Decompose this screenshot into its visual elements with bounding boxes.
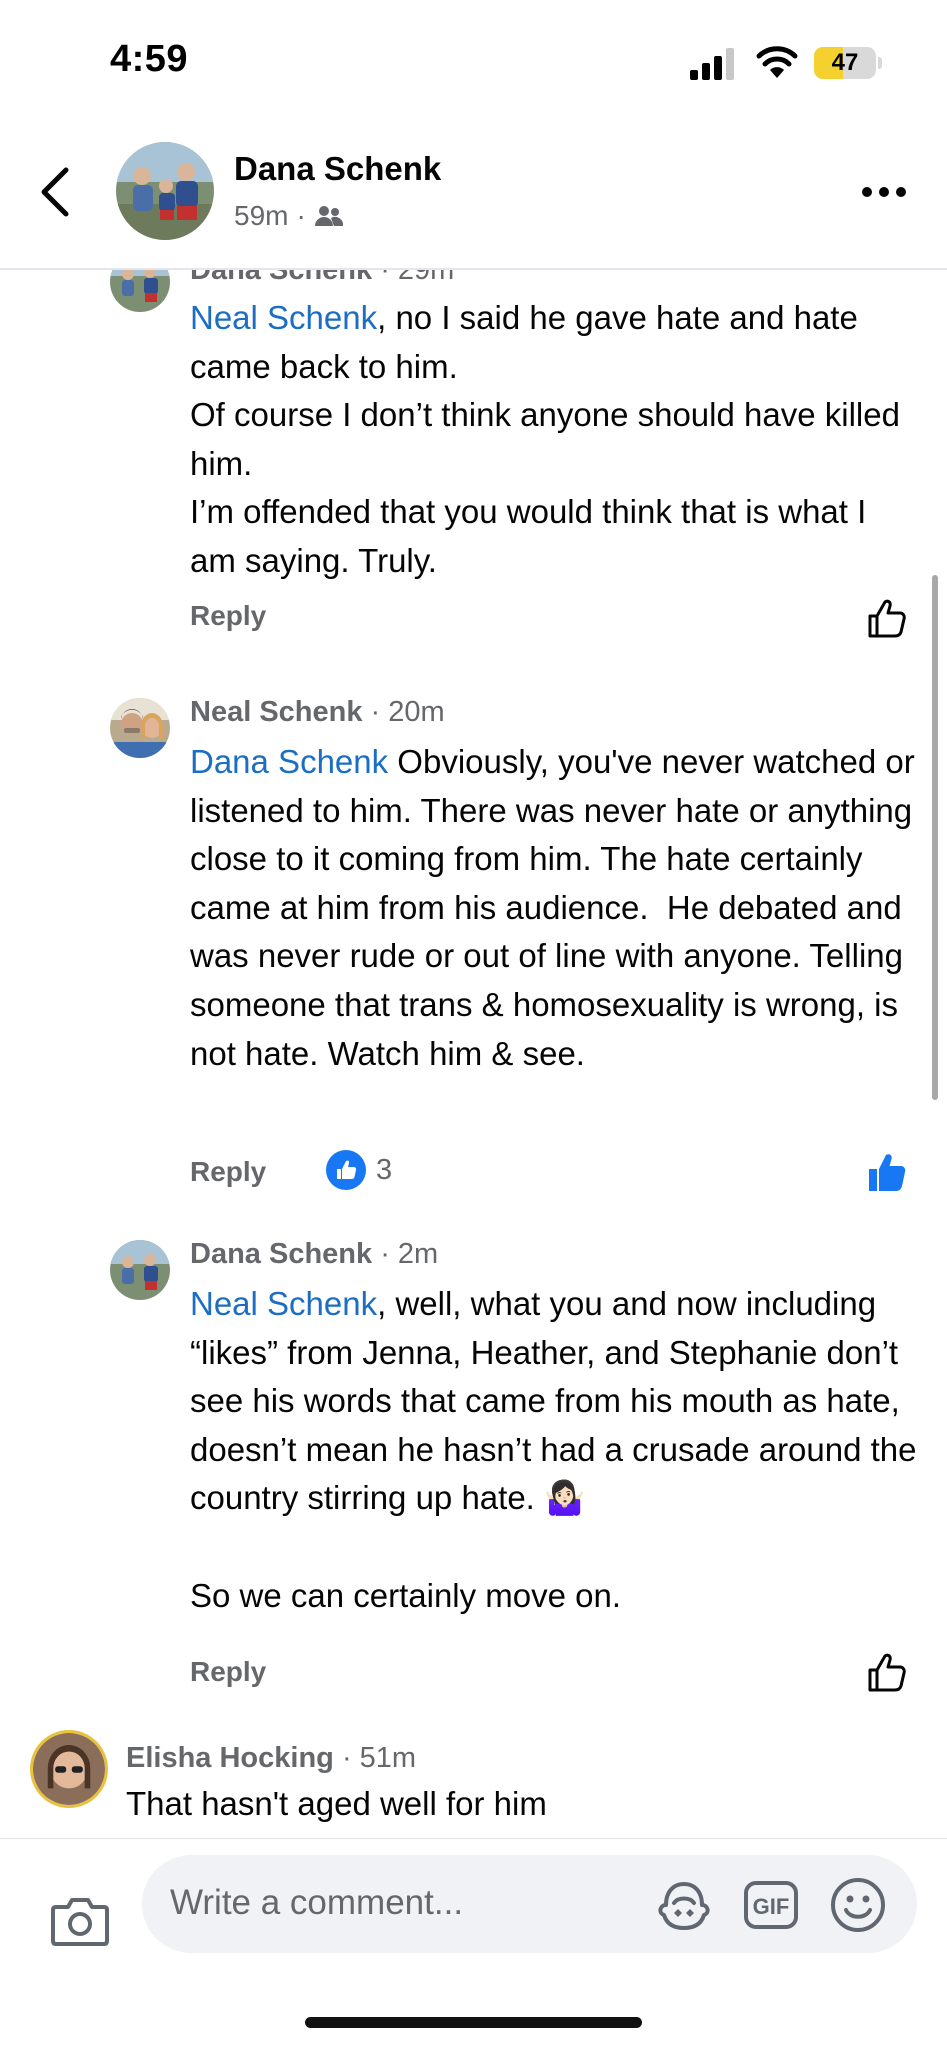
reply-button[interactable]: Reply xyxy=(190,1156,266,1188)
mention-link[interactable]: Neal Schenk xyxy=(190,1285,377,1322)
emoji-icon[interactable] xyxy=(830,1877,886,1933)
post-time: 59m xyxy=(234,200,289,231)
status-time: 4:59 xyxy=(110,38,189,80)
like-reaction-icon xyxy=(326,1150,366,1190)
comment-time: · 51m xyxy=(341,1742,417,1774)
comment-time: · 29m xyxy=(380,270,455,286)
comment-header: Elisha Hocking · 51m xyxy=(126,1742,416,1775)
comment-header: Dana Schenk · 29m xyxy=(190,270,454,287)
cellular-signal-icon xyxy=(690,48,734,80)
reaction-count: 3 xyxy=(376,1153,393,1186)
commenter-avatar[interactable] xyxy=(110,270,170,312)
more-horizontal-icon xyxy=(862,187,872,197)
chevron-left-icon[interactable] xyxy=(30,160,86,224)
more-options-button[interactable] xyxy=(862,182,912,202)
wifi-icon xyxy=(756,46,798,78)
commenter-avatar[interactable] xyxy=(110,698,170,758)
comments-list: Dana Schenk · 29m Neal Schenk, no I said… xyxy=(0,270,947,1838)
comment-time: · 2m xyxy=(380,1238,439,1270)
comment-text: That hasn't aged well for him xyxy=(126,1785,547,1822)
comment-composer: GIF xyxy=(0,1838,947,2048)
commenter-name[interactable]: Neal Schenk xyxy=(190,696,362,728)
thumbs-up-outline-icon[interactable] xyxy=(864,1650,908,1694)
gif-label: GIF xyxy=(753,1894,790,1919)
thumbs-up-outline-icon[interactable] xyxy=(864,596,908,640)
comment-input[interactable] xyxy=(170,1875,640,1931)
reply-button[interactable]: Reply xyxy=(190,600,266,632)
status-bar: 4:59 47 xyxy=(0,0,947,120)
commenter-avatar[interactable] xyxy=(30,1730,108,1808)
reply-button[interactable]: Reply xyxy=(190,1656,266,1688)
post-header: Dana Schenk 59m · xyxy=(0,120,947,270)
scrollbar[interactable] xyxy=(932,575,938,1100)
author-name[interactable]: Dana Schenk xyxy=(234,150,441,188)
camera-icon[interactable] xyxy=(50,1895,110,1947)
post-meta: 59m · xyxy=(234,200,344,232)
mention-link[interactable]: Dana Schenk xyxy=(190,743,388,780)
comment-time: · 20m xyxy=(370,696,445,728)
comment-text: Dana Schenk Obviously, you've never watc… xyxy=(190,743,924,1072)
comment-text: Neal Schenk, well, what you and now incl… xyxy=(190,1285,917,1614)
thumbs-up-filled-icon[interactable] xyxy=(864,1150,908,1194)
comment-input-container[interactable]: GIF xyxy=(142,1855,917,1953)
reaction-summary[interactable]: 3 xyxy=(326,1150,392,1190)
gif-icon[interactable]: GIF xyxy=(744,1881,798,1929)
comment-header: Dana Schenk · 2m xyxy=(190,1238,438,1271)
commenter-name[interactable]: Dana Schenk xyxy=(190,270,372,286)
avatar-sticker-icon[interactable] xyxy=(656,1879,712,1931)
battery-level: 47 xyxy=(831,49,859,76)
friends-icon xyxy=(314,206,343,226)
battery-indicator: 47 xyxy=(814,47,882,79)
commenter-name[interactable]: Dana Schenk xyxy=(190,1238,372,1270)
commenter-name[interactable]: Elisha Hocking xyxy=(126,1742,334,1774)
mention-link[interactable]: Neal Schenk xyxy=(190,299,377,336)
author-avatar[interactable] xyxy=(116,142,214,240)
meta-separator: · xyxy=(296,200,306,231)
comment-header: Neal Schenk · 20m xyxy=(190,696,445,729)
home-indicator[interactable] xyxy=(305,2017,642,2028)
commenter-avatar[interactable] xyxy=(110,1240,170,1300)
comment-text: Neal Schenk, no I said he gave hate and … xyxy=(190,299,900,579)
